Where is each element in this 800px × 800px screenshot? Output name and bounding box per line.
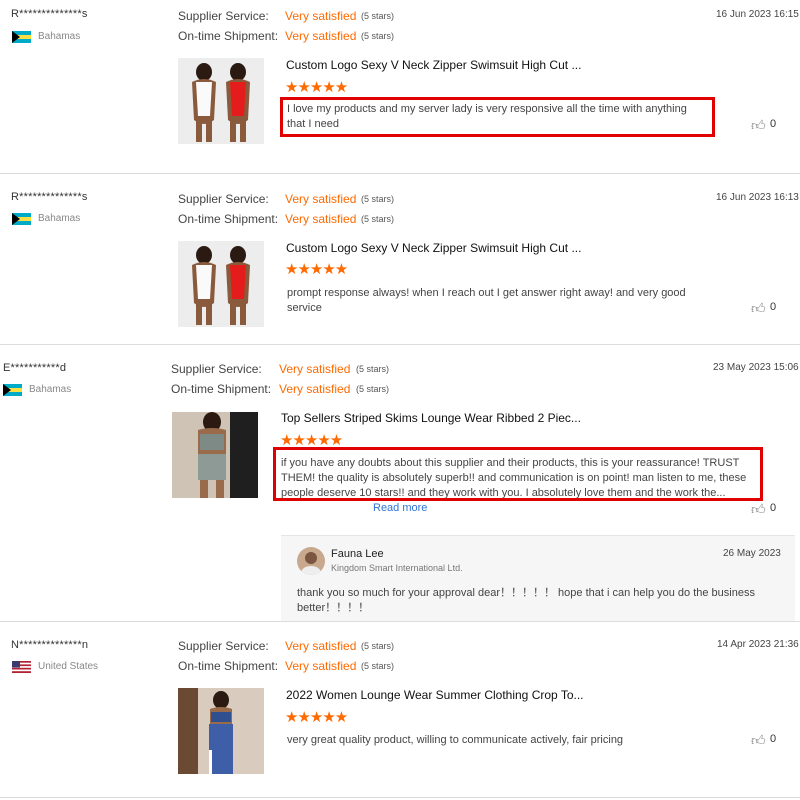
reply-author: Fauna Lee xyxy=(331,548,384,560)
like-count: 0 xyxy=(770,301,777,313)
thumbs-up-icon[interactable]: 👍︎ xyxy=(751,732,766,749)
comment-highlight-box xyxy=(273,447,763,501)
supplier-service-value: Very satisfied xyxy=(279,362,351,376)
rating-stars: ★★★★★ xyxy=(285,261,348,278)
reviewer-country: Bahamas xyxy=(29,384,72,395)
reviewer-country: United States xyxy=(38,661,99,672)
like-count: 0 xyxy=(770,502,777,514)
supplier-reply: Fauna Lee Kingdom Smart International Lt… xyxy=(281,535,795,622)
reviewer-name: R**************s xyxy=(11,8,88,20)
supplier-service-label: Supplier Service: xyxy=(178,192,269,206)
shipment-label: On-time Shipment: xyxy=(178,212,279,226)
product-title[interactable]: Custom Logo Sexy V Neck Zipper Swimsuit … xyxy=(286,58,581,72)
rating-stars: ★★★★★ xyxy=(285,79,348,96)
united-states-flag-icon xyxy=(12,661,31,673)
shipment-label: On-time Shipment: xyxy=(178,659,279,673)
reviewer-country: Bahamas xyxy=(38,213,81,224)
product-title[interactable]: Custom Logo Sexy V Neck Zipper Swimsuit … xyxy=(286,241,581,255)
shipment-label: On-time Shipment: xyxy=(178,29,279,43)
product-image[interactable] xyxy=(178,58,264,144)
shipment-stars: (5 stars) xyxy=(356,384,390,394)
bahamas-flag-icon xyxy=(3,384,22,396)
supplier-service-stars: (5 stars) xyxy=(361,194,395,204)
rating-stars: ★★★★★ xyxy=(285,709,348,726)
shipment-value: Very satisfied xyxy=(279,382,351,396)
shipment-stars: (5 stars) xyxy=(361,31,395,41)
shipment-value: Very satisfied xyxy=(285,29,357,43)
review-date: 14 Apr 2023 21:36 xyxy=(717,639,799,650)
review-item: R**************s Bahamas Supplier Servic… xyxy=(0,174,800,344)
review-date: 16 Jun 2023 16:15 xyxy=(716,9,799,20)
product-title[interactable]: 2022 Women Lounge Wear Summer Clothing C… xyxy=(286,688,584,702)
like-count: 0 xyxy=(770,733,777,745)
avatar xyxy=(297,547,325,575)
supplier-service-value: Very satisfied xyxy=(285,9,357,23)
shipment-stars: (5 stars) xyxy=(361,214,395,224)
review-item: E***********d Bahamas Supplier Service: … xyxy=(0,345,800,622)
supplier-service-value: Very satisfied xyxy=(285,192,357,206)
thumbs-up-icon[interactable]: 👍︎ xyxy=(751,117,766,134)
bahamas-flag-icon xyxy=(12,31,31,43)
supplier-service-label: Supplier Service: xyxy=(178,639,269,653)
supplier-service-label: Supplier Service: xyxy=(178,9,269,23)
like-count: 0 xyxy=(770,118,777,130)
reply-company: Kingdom Smart International Ltd. xyxy=(331,563,463,573)
shipment-label: On-time Shipment: xyxy=(171,382,272,396)
review-item: R**************s Bahamas Supplier Servic… xyxy=(0,0,800,174)
product-image[interactable] xyxy=(172,412,258,498)
bahamas-flag-icon xyxy=(12,213,31,225)
product-image[interactable] xyxy=(178,241,264,327)
supplier-service-value: Very satisfied xyxy=(285,639,357,653)
product-image[interactable] xyxy=(178,688,264,774)
reviewer-name: N**************n xyxy=(11,639,89,651)
reviewer-name: E***********d xyxy=(3,362,67,374)
thumbs-up-icon[interactable]: 👍︎ xyxy=(751,501,766,518)
supplier-service-stars: (5 stars) xyxy=(361,641,395,651)
supplier-service-stars: (5 stars) xyxy=(356,364,390,374)
shipment-stars: (5 stars) xyxy=(361,661,395,671)
reply-date: 26 May 2023 xyxy=(723,548,781,559)
reviewer-country: Bahamas xyxy=(38,31,81,42)
read-more-link[interactable]: Read more xyxy=(373,502,427,514)
supplier-service-stars: (5 stars) xyxy=(361,11,395,21)
review-date: 16 Jun 2023 16:13 xyxy=(716,192,799,203)
product-title[interactable]: Top Sellers Striped Skims Lounge Wear Ri… xyxy=(281,411,581,425)
shipment-value: Very satisfied xyxy=(285,659,357,673)
review-comment: very great quality product, willing to c… xyxy=(287,734,624,746)
review-item: N**************n United States Supplier … xyxy=(0,622,800,800)
reply-text: thank you so much for your approval dear… xyxy=(297,587,755,614)
review-comment: prompt response always! when I reach out… xyxy=(287,287,686,314)
comment-highlight-box xyxy=(280,97,715,137)
reviewer-name: R**************s xyxy=(11,191,88,203)
shipment-value: Very satisfied xyxy=(285,212,357,226)
supplier-service-label: Supplier Service: xyxy=(171,362,262,376)
review-divider xyxy=(0,797,800,798)
review-date: 23 May 2023 15:06 xyxy=(713,362,799,373)
thumbs-up-icon[interactable]: 👍︎ xyxy=(751,300,766,317)
